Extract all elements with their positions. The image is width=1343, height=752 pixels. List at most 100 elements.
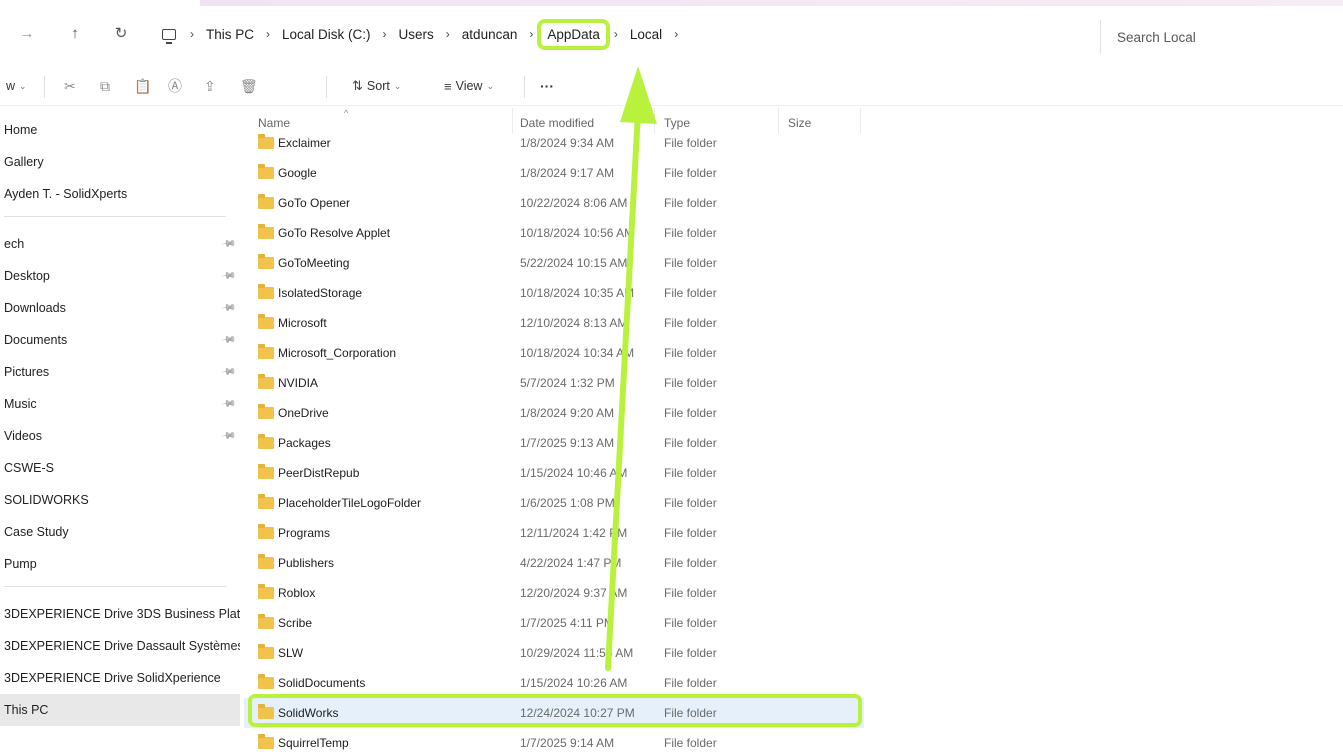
sidebar-item[interactable]: Videos 📌 <box>0 420 240 452</box>
cut-icon[interactable]: ✂ <box>64 76 76 96</box>
arrow-up-icon[interactable]: ↑ <box>64 22 86 44</box>
file-row[interactable]: GoTo Resolve Applet 10/18/2024 10:56 AM Fi… <box>244 218 864 248</box>
divider <box>524 76 525 98</box>
file-name: Scribe <box>278 616 313 630</box>
divider <box>326 76 327 98</box>
file-row[interactable]: Programs 12/11/2024 1:42 PM File folder <box>244 518 864 548</box>
sidebar-item-label: 3DEXPERIENCE Drive Dassault Systèmes <box>4 639 240 653</box>
sidebar-item[interactable]: CSWE-S <box>0 452 240 484</box>
search-input[interactable]: Search Local <box>1100 20 1343 54</box>
file-type: File folder <box>664 706 717 720</box>
folder-icon <box>258 254 274 269</box>
sidebar-item-label: Music <box>4 397 37 411</box>
file-row[interactable]: IsolatedStorage 10/18/2024 10:35 AM File f… <box>244 278 864 308</box>
file-type: File folder <box>664 736 717 750</box>
sidebar-item[interactable]: Music 📌 <box>0 388 240 420</box>
file-row[interactable]: Microsoft 12/10/2024 8:13 AM File folder <box>244 308 864 338</box>
sidebar-item[interactable]: Desktop 📌 <box>0 260 240 292</box>
sidebar-item-label: This PC <box>4 703 49 717</box>
folder-icon <box>258 644 274 659</box>
breadcrumb-item[interactable]: Local <box>624 27 668 42</box>
file-row[interactable]: SLW 10/29/2024 11:56 AM File folder <box>244 638 864 668</box>
sidebar-item[interactable]: Ayden T. - SolidXperts <box>0 178 240 210</box>
sidebar-item-label: Desktop <box>4 269 50 283</box>
folder-icon <box>258 344 274 359</box>
sort-button[interactable]: ⇅ Sort ⌄ <box>352 76 401 96</box>
breadcrumb-item[interactable]: atduncan <box>456 27 524 42</box>
copy-icon[interactable]: ⧉ <box>100 76 110 96</box>
sidebar-item[interactable]: Case Study <box>0 516 240 548</box>
file-row[interactable]: GoToMeeting 5/22/2024 10:15 AM File folder <box>244 248 864 278</box>
file-row[interactable]: OneDrive 1/8/2024 9:20 AM File folder <box>244 398 864 428</box>
sidebar-item[interactable]: 3DEXPERIENCE Drive SolidXperience <box>0 662 240 694</box>
file-name: OneDrive <box>278 406 329 420</box>
address-bar[interactable]: › This PC › Local Disk (C:) › Users › atduncan ›… <box>150 14 1090 54</box>
folder-icon <box>258 134 274 149</box>
sort-caret-icon: ^ <box>344 108 349 118</box>
file-row[interactable]: Roblox 12/20/2024 9:37 AM File folder <box>244 578 864 608</box>
file-name: Google <box>278 166 317 180</box>
file-row[interactable]: Publishers 4/22/2024 1:47 PM File folder <box>244 548 864 578</box>
sidebar-item[interactable]: This PC <box>0 694 240 726</box>
new-button-label: w <box>6 79 16 93</box>
pin-icon: 📌 <box>219 331 237 349</box>
folder-icon <box>258 554 274 569</box>
rename-icon[interactable]: Ⓐ <box>168 76 182 96</box>
file-row[interactable]: Scribe 1/7/2025 4:11 PM File folder <box>244 608 864 638</box>
chevron-right-icon: › <box>613 27 618 41</box>
folder-icon <box>258 674 274 689</box>
file-date-modified: 1/6/2025 1:08 PM <box>520 496 615 510</box>
paste-icon[interactable]: 📋 <box>134 76 151 96</box>
pin-icon: 📌 <box>219 235 237 253</box>
sidebar-item[interactable]: Downloads 📌 <box>0 292 240 324</box>
file-type: File folder <box>664 466 717 480</box>
file-row[interactable]: SolidDocuments 1/15/2024 10:26 AM File fol… <box>244 668 864 698</box>
address-row: → ↑ ↻ › This PC › Local Disk (C:) › Users › atd… <box>0 6 1343 62</box>
sidebar-item[interactable]: Pump <box>0 548 240 580</box>
pin-icon: 📌 <box>219 395 237 413</box>
file-row[interactable]: Exclaimer 1/8/2024 9:34 AM File folder <box>244 128 864 158</box>
sidebar-item-label: Documents <box>4 333 68 347</box>
sidebar-item[interactable]: Home <box>0 114 240 146</box>
file-type: File folder <box>664 556 717 570</box>
sidebar-item-label: Home <box>4 123 38 137</box>
file-row[interactable]: Microsoft_Corporation 10/18/2024 10:34 AM… <box>244 338 864 368</box>
file-row[interactable]: GoTo Opener 10/22/2024 8:06 AM File folder <box>244 188 864 218</box>
sidebar-item[interactable]: 3DEXPERIENCE Drive Dassault Systèmes <box>0 630 240 662</box>
refresh-icon[interactable]: ↻ <box>110 22 132 44</box>
new-button[interactable]: w ⌄ <box>6 76 27 96</box>
folder-icon <box>258 404 274 419</box>
breadcrumb-item[interactable]: AppData <box>537 18 610 50</box>
file-type: File folder <box>664 436 717 450</box>
divider <box>44 76 45 98</box>
file-name: SolidDocuments <box>278 676 366 690</box>
view-button[interactable]: ≡ View ⌄ <box>444 76 494 96</box>
file-row[interactable]: PeerDistRepub 1/15/2024 10:46 AM File fold… <box>244 458 864 488</box>
folder-icon <box>258 464 274 479</box>
file-row[interactable]: Packages 1/7/2025 9:13 AM File folder <box>244 428 864 458</box>
share-icon[interactable]: ⇪ <box>204 76 216 96</box>
file-row[interactable]: SquirrelTemp 1/7/2025 9:14 AM File folder <box>244 728 864 752</box>
breadcrumb-item[interactable]: This PC <box>200 27 260 42</box>
sidebar-item[interactable]: Pictures 📌 <box>0 356 240 388</box>
sidebar-item-label: Case Study <box>4 525 69 539</box>
chevron-right-icon: › <box>266 27 271 41</box>
arrow-right-icon[interactable]: → <box>16 22 38 44</box>
file-date-modified: 1/15/2024 10:26 AM <box>520 676 628 690</box>
file-row[interactable]: Google 1/8/2024 9:17 AM File folder <box>244 158 864 188</box>
more-options-button[interactable]: ··· <box>540 76 554 96</box>
file-row[interactable]: PlaceholderTileLogoFolder 1/6/2025 1:08 P… <box>244 488 864 518</box>
delete-icon[interactable]: 🗑 <box>240 76 258 96</box>
sidebar-item[interactable]: SOLIDWORKS <box>0 484 240 516</box>
file-type: File folder <box>664 676 717 690</box>
sidebar-item-label: CSWE-S <box>4 461 54 475</box>
breadcrumb-item[interactable]: Users <box>393 27 440 42</box>
breadcrumb-item[interactable]: Local Disk (C:) <box>276 27 377 42</box>
sidebar-item[interactable]: 3DEXPERIENCE Drive 3DS Business Platform <box>0 598 240 630</box>
file-date-modified: 1/8/2024 9:34 AM <box>520 136 615 150</box>
file-row[interactable]: NVIDIA 5/7/2024 1:32 PM File folder <box>244 368 864 398</box>
sidebar-item[interactable]: ech 📌 <box>0 228 240 260</box>
sidebar-item[interactable]: Documents 📌 <box>0 324 240 356</box>
sidebar-item[interactable]: Gallery <box>0 146 240 178</box>
file-row[interactable]: SolidWorks 12/24/2024 10:27 PM File folder <box>244 698 864 728</box>
